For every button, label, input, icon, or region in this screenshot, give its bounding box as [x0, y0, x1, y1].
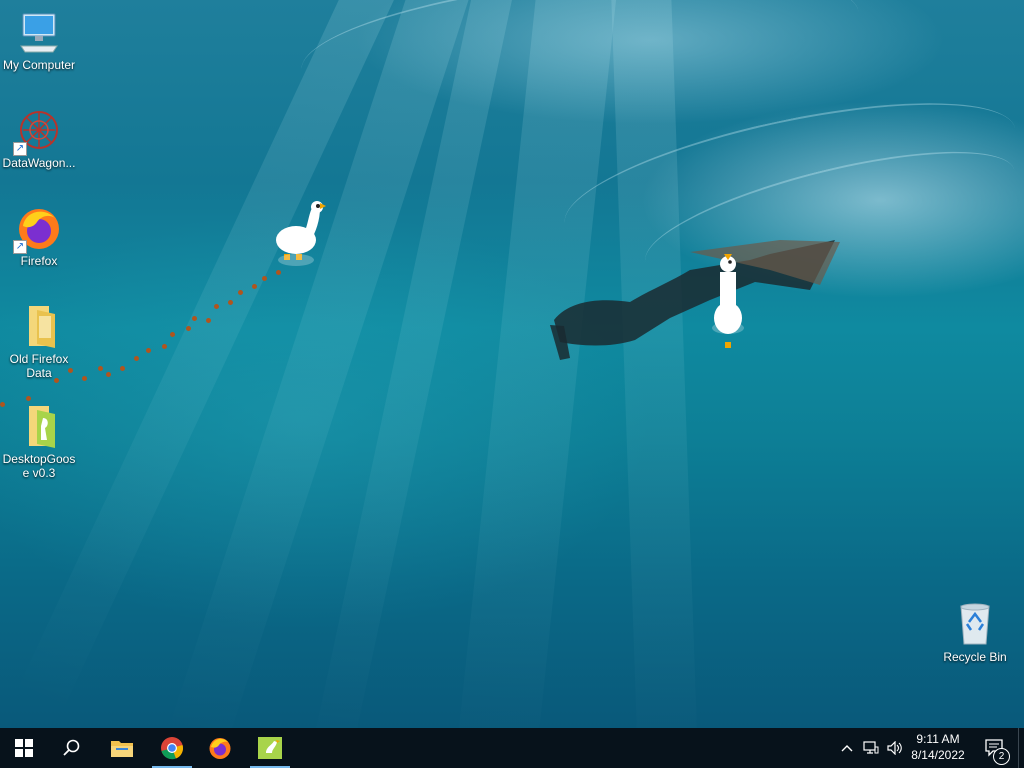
goose-sprite[interactable]: [706, 252, 750, 352]
firefox-icon: [209, 738, 231, 759]
action-center-button[interactable]: 2: [978, 728, 1012, 768]
folder-icon: [15, 302, 63, 350]
clock-date: 8/14/2022: [911, 748, 965, 762]
shortcut-arrow-icon: ↗: [13, 142, 27, 156]
desktop-goose-taskbar-button[interactable]: [246, 728, 294, 768]
chevron-up-icon: [841, 745, 853, 752]
notification-count-badge: 2: [993, 748, 1010, 765]
show-desktop-button[interactable]: [1018, 728, 1024, 768]
desktop-icon-recycle-bin[interactable]: Recycle Bin: [936, 600, 1014, 664]
diver-image: [550, 240, 840, 360]
network-icon: [863, 741, 879, 754]
desktop-icon-firefox[interactable]: ↗ Firefox: [0, 204, 78, 268]
search-icon: [63, 739, 80, 756]
desktop-icon-old-firefox-data[interactable]: Old Firefox Data: [0, 302, 78, 380]
desktop-icon-datawagon[interactable]: ↗ DataWagon...: [0, 106, 78, 170]
shortcut-arrow-icon: ↗: [13, 240, 27, 254]
clock[interactable]: 9:11 AM 8/14/2022: [902, 731, 974, 763]
windows-logo-icon: [15, 739, 33, 757]
taskbar: 9:11 AM 8/14/2022 2: [0, 728, 1024, 768]
desktop-wallpaper[interactable]: My Computer ↗ DataWagon... ↗ Firefox Old…: [0, 0, 1024, 728]
firefox-taskbar-button[interactable]: [196, 728, 244, 768]
desktop-goose-icon: [258, 737, 282, 759]
desktop-icon-my-computer[interactable]: My Computer: [0, 8, 78, 72]
clock-time: 9:11 AM: [916, 732, 960, 746]
network-button[interactable]: [860, 728, 882, 768]
datawagon-icon: ↗: [13, 106, 63, 156]
recycle-bin-icon: [951, 600, 999, 648]
show-hidden-icons-button[interactable]: [836, 728, 858, 768]
search-button[interactable]: [48, 728, 96, 768]
chrome-icon: [161, 737, 183, 760]
desktop-icon-desktopgoose[interactable]: DesktopGoose v0.3: [0, 402, 78, 480]
chrome-button[interactable]: [148, 728, 196, 768]
speaker-icon: [887, 741, 902, 755]
computer-icon: [15, 8, 63, 56]
start-button[interactable]: [0, 728, 48, 768]
folder-goose-icon: [15, 402, 63, 450]
firefox-icon: ↗: [13, 204, 63, 254]
file-explorer-button[interactable]: [98, 728, 146, 768]
goose-sprite[interactable]: [270, 198, 328, 270]
file-explorer-icon: [111, 741, 133, 757]
